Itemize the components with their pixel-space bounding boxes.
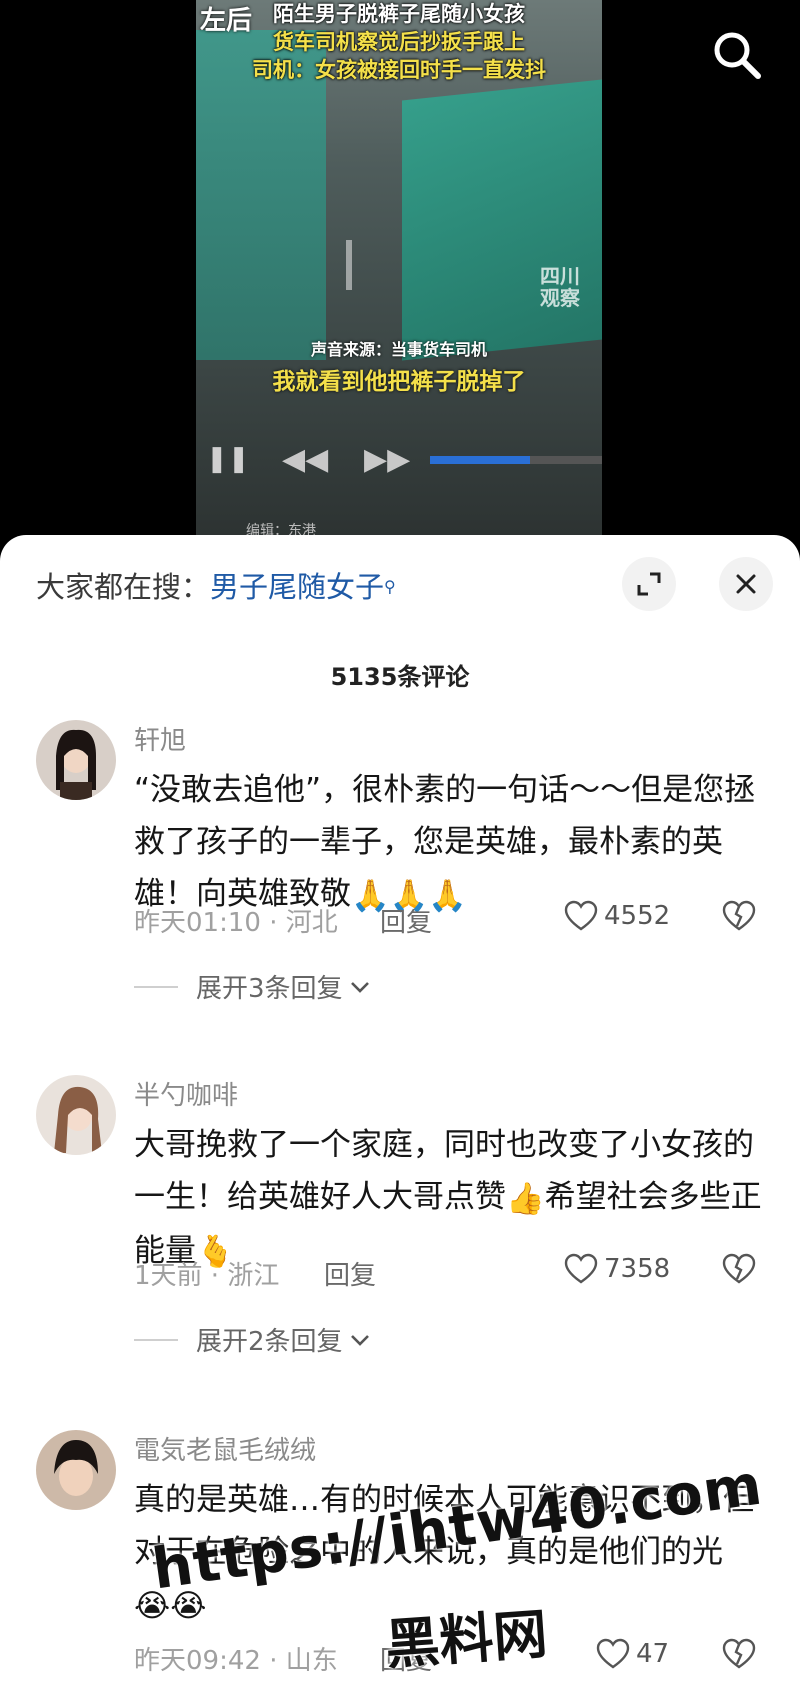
expand-sheet-button[interactable] [622, 557, 676, 611]
expand-replies-button[interactable]: 展开3条回复 [134, 968, 373, 1005]
heart-icon [596, 1638, 630, 1669]
avatar[interactable] [36, 1075, 116, 1155]
comment-meta: 1天前 · 浙江 [134, 1261, 280, 1291]
avatar-image [36, 1075, 116, 1155]
video-headline-line-2: 货车司机察觉后抄扳手跟上 [273, 30, 525, 54]
expand-replies-label: 展开2条回复 [196, 1327, 343, 1357]
dislike-button[interactable] [722, 1253, 756, 1289]
pause-icon[interactable]: ❚❚ [206, 444, 250, 474]
hot-search-prefix: 大家都在搜： [36, 570, 211, 604]
reply-button[interactable]: 回复 [324, 1255, 376, 1292]
close-icon [736, 574, 756, 594]
like-count: 7358 [604, 1254, 671, 1284]
video-scene-truck-right [402, 79, 602, 361]
video-progress-fill [430, 456, 530, 464]
channel-watermark: 四川观察 [540, 264, 580, 310]
broken-heart-icon [722, 900, 756, 931]
comment-meta: 昨天01:10 · 河北 [134, 908, 338, 938]
expand-replies-label: 展开3条回复 [196, 974, 343, 1004]
chevron-down-icon [350, 981, 369, 993]
comment-username[interactable]: 轩旭 [134, 720, 186, 757]
thumbs-up-emoji: 👍 [506, 1180, 545, 1217]
comment-meta: 昨天09:42 · 山东 [134, 1646, 338, 1676]
video-frame[interactable]: 左后 陌生男子脱裤子尾随小女孩 货车司机察觉后抄扳手跟上 司机：女孩被接回时手一… [196, 0, 602, 545]
comment-username[interactable]: 半勺咖啡 [134, 1075, 238, 1112]
comment-sheet-header: 大家都在搜：男子尾随女子⚲ [0, 535, 800, 627]
video-headline-line-3: 司机：女孩被接回时手一直发抖 [252, 58, 546, 82]
expand-icon [637, 572, 661, 596]
video-headline: 陌生男子脱裤子尾随小女孩 货车司机察觉后抄扳手跟上 司机：女孩被接回时手一直发抖 [196, 0, 602, 84]
rewind-icon[interactable]: ◀◀ [282, 442, 328, 477]
fast-forward-icon[interactable]: ▶▶ [364, 442, 410, 477]
like-button[interactable]: 47 [596, 1638, 669, 1670]
comment-username[interactable]: 電気老鼠毛绒绒 [134, 1430, 316, 1467]
hot-search-term[interactable]: 男子尾随女子 [210, 570, 384, 604]
close-sheet-button[interactable] [719, 557, 773, 611]
like-button[interactable]: 4552 [564, 900, 670, 932]
small-search-icon: ⚲ [384, 577, 396, 596]
video-source-caption: 声音来源：当事货车司机 [310, 340, 487, 359]
search-button[interactable] [708, 26, 766, 84]
hot-search-suggestion[interactable]: 大家都在搜：男子尾随女子⚲ [36, 567, 396, 607]
like-count: 4552 [604, 901, 671, 931]
avatar[interactable] [36, 1430, 116, 1510]
like-count: 47 [636, 1639, 670, 1669]
dislike-button[interactable] [722, 900, 756, 936]
avatar-image [36, 1430, 116, 1510]
comment-item: 轩旭 “没敢去追他”，很朴素的一句话～～但是您拯救了孩子的一辈子，您是英雄，最朴… [0, 720, 800, 1060]
broken-heart-icon [722, 1253, 756, 1284]
comment-item: 半勺咖啡 大哥挽救了一个家庭，同时也改变了小女孩的一生！给英雄好人大哥点赞👍希望… [0, 1075, 800, 1405]
video-scene-road [346, 240, 352, 290]
expand-replies-button[interactable]: 展开2条回复 [134, 1321, 373, 1358]
video-headline-line-1: 陌生男子脱裤子尾随小女孩 [273, 2, 525, 26]
site-watermark-name: 黑料网 [383, 1602, 550, 1677]
comment-count: 5135条评论 [330, 663, 470, 691]
video-progress-bar[interactable] [430, 456, 602, 464]
search-icon [714, 32, 761, 79]
avatar-image [36, 720, 116, 800]
chevron-down-icon [350, 1334, 369, 1346]
heart-icon [564, 1253, 598, 1284]
comment-text: “没敢去追他”，很朴素的一句话～～但是您拯救了孩子的一辈子，您是英雄，最朴素的英… [134, 764, 764, 922]
heart-icon [564, 900, 598, 931]
avatar[interactable] [36, 720, 116, 800]
dislike-button[interactable] [722, 1638, 756, 1674]
reply-button[interactable]: 回复 [380, 902, 432, 939]
video-player[interactable]: 左后 陌生男子脱裤子尾随小女孩 货车司机察觉后抄扳手跟上 司机：女孩被接回时手一… [0, 0, 800, 560]
video-quote-caption: 我就看到他把裤子脱掉了 [272, 369, 526, 395]
player-controls: ❚❚ ◀◀ ▶▶ [196, 428, 602, 488]
like-button[interactable]: 7358 [564, 1253, 670, 1285]
broken-heart-icon [722, 1638, 756, 1669]
